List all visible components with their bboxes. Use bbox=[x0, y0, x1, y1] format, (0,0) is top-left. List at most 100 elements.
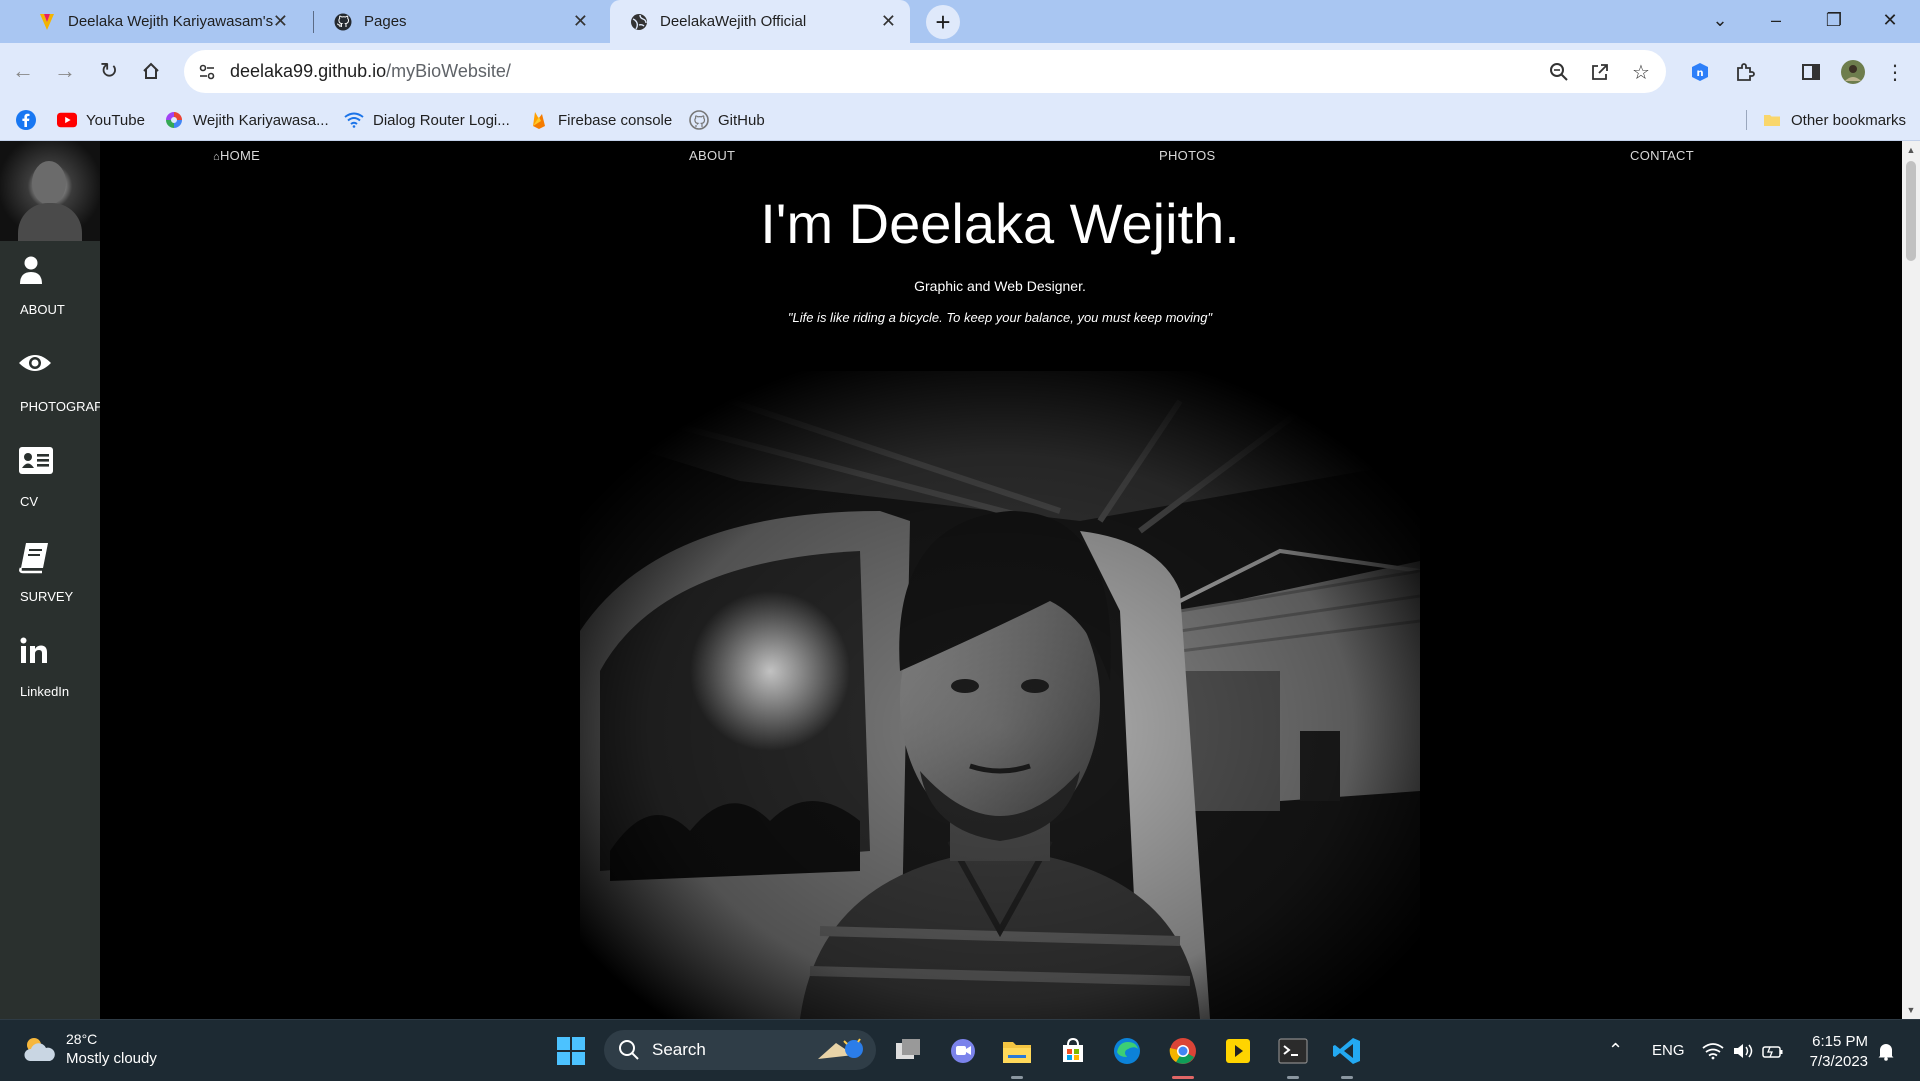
sidebar-item-about[interactable]: ABOUT bbox=[0, 254, 100, 334]
forward-button[interactable]: → bbox=[48, 54, 82, 88]
tab-strip: Deelaka Wejith Kariyawasam's F ✕ Pages ✕… bbox=[0, 0, 1920, 43]
volume-icon[interactable] bbox=[1732, 1020, 1754, 1081]
site-sidebar: ABOUT PHOTOGRAPHY CV SURVEY bbox=[0, 141, 100, 1019]
taskbar-search[interactable]: Search bbox=[604, 1030, 876, 1070]
side-panel-icon[interactable] bbox=[1798, 59, 1824, 85]
nav-home[interactable]: ⌂HOME bbox=[213, 148, 260, 163]
profile-thumbnail[interactable] bbox=[0, 141, 100, 241]
bookmark-label: GitHub bbox=[718, 111, 765, 129]
close-tab-icon[interactable]: ✕ bbox=[881, 11, 896, 32]
vscode-icon[interactable] bbox=[1330, 1034, 1364, 1068]
bookmark-label: YouTube bbox=[86, 111, 145, 129]
show-hidden-icons[interactable]: ⌃ bbox=[1608, 1020, 1623, 1081]
scroll-thumb[interactable] bbox=[1906, 161, 1916, 261]
wifi-status-icon[interactable] bbox=[1702, 1020, 1724, 1081]
new-tab-button[interactable]: + bbox=[926, 5, 960, 39]
language-indicator[interactable]: ENG bbox=[1652, 1020, 1685, 1081]
address-bar[interactable]: deelaka99.github.io/myBioWebsite/ ☆ bbox=[184, 50, 1666, 93]
potplayer-icon[interactable] bbox=[1221, 1034, 1255, 1068]
microsoft-store-icon[interactable] bbox=[1056, 1034, 1090, 1068]
reload-button[interactable]: ↻ bbox=[92, 54, 126, 88]
colorful-swirl-icon bbox=[164, 110, 184, 130]
weather-desc: Mostly cloudy bbox=[66, 1050, 157, 1067]
scroll-up-arrow[interactable]: ▲ bbox=[1902, 141, 1920, 159]
sidebar-item-survey[interactable]: SURVEY bbox=[0, 541, 100, 621]
notification-bell-icon[interactable] bbox=[1876, 1020, 1896, 1081]
back-button[interactable]: ← bbox=[6, 54, 40, 88]
globe-icon bbox=[630, 13, 648, 31]
share-icon[interactable] bbox=[1588, 60, 1612, 84]
home-icon: ⌂ bbox=[213, 151, 220, 163]
active-app-indicator bbox=[1172, 1076, 1194, 1079]
tab-pages[interactable]: Pages ✕ bbox=[320, 0, 602, 43]
clock-date: 7/3/2023 bbox=[1809, 1053, 1868, 1070]
bookmark-youtube[interactable]: YouTube bbox=[57, 100, 145, 140]
running-indicator bbox=[1341, 1076, 1353, 1079]
bookmark-star-icon[interactable]: ☆ bbox=[1629, 60, 1653, 84]
linkedin-icon bbox=[20, 637, 47, 663]
close-tab-icon[interactable]: ✕ bbox=[273, 11, 288, 32]
profile-avatar[interactable] bbox=[1840, 59, 1866, 85]
weather-temp: 28°C bbox=[66, 1031, 98, 1047]
terminal-icon[interactable] bbox=[1276, 1034, 1310, 1068]
tab-search-icon[interactable]: ⌄ bbox=[1692, 0, 1748, 40]
url-host: deelaka99.github.io bbox=[230, 61, 387, 81]
vivid-v-icon bbox=[38, 13, 56, 31]
bookmark-firebase[interactable]: Firebase console bbox=[529, 100, 672, 140]
youtube-icon bbox=[57, 110, 77, 130]
battery-icon[interactable] bbox=[1762, 1020, 1784, 1081]
hero-portrait bbox=[580, 371, 1420, 1019]
other-bookmarks-folder[interactable]: Other bookmarks bbox=[1762, 100, 1906, 140]
bookmark-dialog-router[interactable]: Dialog Router Logi... bbox=[344, 100, 510, 140]
nav-photos[interactable]: PHOTOS bbox=[1159, 148, 1215, 163]
running-indicator bbox=[1287, 1076, 1299, 1079]
svg-text:n: n bbox=[1696, 68, 1703, 79]
sidebar-label: SURVEY bbox=[20, 589, 74, 604]
windows-start-button[interactable] bbox=[554, 1034, 588, 1068]
extension-blue-icon[interactable]: n bbox=[1687, 59, 1713, 85]
firebase-icon bbox=[529, 110, 549, 130]
nav-contact[interactable]: CONTACT bbox=[1630, 148, 1694, 163]
zoom-icon[interactable] bbox=[1547, 60, 1571, 84]
tab-facebook-profile[interactable]: Deelaka Wejith Kariyawasam's F ✕ bbox=[20, 0, 302, 43]
extensions-puzzle-icon[interactable] bbox=[1732, 59, 1758, 85]
file-explorer-icon[interactable] bbox=[1000, 1034, 1034, 1068]
wifi-icon bbox=[344, 110, 364, 130]
search-icon bbox=[619, 1040, 639, 1060]
clock-time: 6:15 PM bbox=[1812, 1033, 1868, 1050]
web-page: ABOUT PHOTOGRAPHY CV SURVEY bbox=[0, 141, 1920, 1019]
edge-browser-icon[interactable] bbox=[1110, 1034, 1144, 1068]
bookmark-wejith[interactable]: Wejith Kariyawasa... bbox=[164, 100, 329, 140]
task-view-icon[interactable] bbox=[891, 1034, 925, 1068]
nav-about[interactable]: ABOUT bbox=[689, 148, 735, 163]
weather-widget[interactable]: 28°C Mostly cloudy bbox=[22, 1030, 157, 1068]
home-button[interactable] bbox=[134, 54, 168, 88]
search-label: Search bbox=[652, 1040, 706, 1059]
bookmark-github[interactable]: GitHub bbox=[689, 100, 765, 140]
partly-cloudy-icon bbox=[24, 1038, 55, 1061]
tab-title: Deelaka Wejith Kariyawasam's F bbox=[68, 13, 274, 30]
site-info-icon[interactable] bbox=[196, 63, 218, 81]
minimize-button[interactable]: – bbox=[1748, 0, 1804, 40]
sidebar-label: ABOUT bbox=[20, 302, 65, 317]
close-tab-icon[interactable]: ✕ bbox=[573, 11, 588, 32]
scroll-down-arrow[interactable]: ▼ bbox=[1902, 1001, 1920, 1019]
sidebar-item-photography[interactable]: PHOTOGRAPHY bbox=[0, 351, 100, 431]
sidebar-item-linkedin[interactable]: LinkedIn bbox=[0, 636, 100, 716]
close-window-button[interactable]: ✕ bbox=[1862, 0, 1918, 40]
hero-quote: "Life is like riding a bicycle. To keep … bbox=[787, 310, 1213, 325]
menu-kebab-icon[interactable]: ⋮ bbox=[1882, 59, 1908, 85]
hero-title: I'm Deelaka Wejith. bbox=[760, 192, 1240, 255]
taskbar-clock[interactable]: 6:15 PM 7/3/2023 bbox=[1810, 1032, 1868, 1072]
search-highlight-icon bbox=[818, 1038, 863, 1059]
page-scrollbar[interactable]: ▲ ▼ bbox=[1902, 141, 1920, 1019]
bookmark-facebook[interactable] bbox=[16, 100, 45, 140]
tab-title: DeelakaWejith Official bbox=[660, 13, 807, 30]
sidebar-item-cv[interactable]: CV bbox=[0, 446, 100, 526]
chrome-browser-icon[interactable] bbox=[1166, 1034, 1200, 1068]
teams-chat-icon[interactable] bbox=[946, 1034, 980, 1068]
tab-deelakawejith-official[interactable]: DeelakaWejith Official ✕ bbox=[610, 0, 910, 43]
url-text: deelaka99.github.io/myBioWebsite/ bbox=[230, 61, 511, 82]
restore-button[interactable]: ❐ bbox=[1806, 0, 1862, 40]
url-path: /myBioWebsite/ bbox=[386, 61, 511, 81]
